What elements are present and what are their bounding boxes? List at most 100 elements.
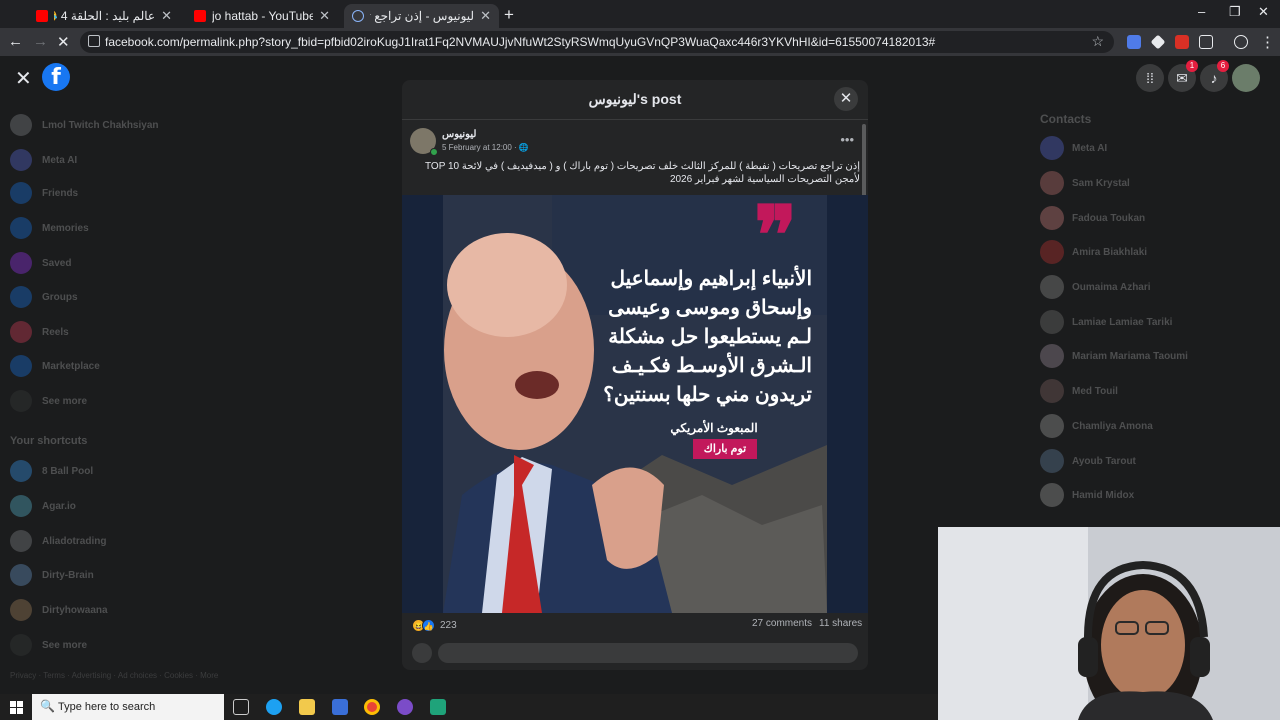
youtube-icon — [194, 10, 206, 22]
shortcuts-see-more[interactable]: See more — [10, 630, 87, 660]
shares-count[interactable]: 11 shares — [819, 618, 862, 629]
browser-tab[interactable]: عالم بليد : الحلقة 4 😂 دخلنا عرقة ✕ — [28, 4, 180, 28]
contact-item[interactable]: Hamid Midox — [1040, 481, 1134, 509]
facebook-logo[interactable]: f — [42, 63, 70, 91]
translate-extension-icon[interactable] — [1127, 35, 1141, 49]
close-tab-icon[interactable]: ✕ — [161, 8, 172, 24]
nav-item-groups[interactable]: Groups — [10, 282, 78, 312]
contact-item[interactable]: Oumaima Azhari — [1040, 273, 1151, 301]
avatar — [10, 114, 32, 136]
chrome-icon[interactable] — [364, 699, 380, 715]
avatar — [1040, 310, 1064, 334]
quote-line: الأنبياء إبراهيم وإسماعيل — [610, 268, 812, 290]
nav-item-saved[interactable]: Saved — [10, 248, 71, 278]
quote-line: وإسحاق وموسى وعيسى — [608, 297, 812, 319]
speaker-title: المبعوث الأمريكي — [670, 421, 758, 435]
shortcut-item[interactable]: 8 Ball Pool — [10, 456, 93, 486]
taskbar-search[interactable]: 🔍 Type here to search — [32, 694, 224, 720]
comment-input[interactable] — [438, 643, 858, 663]
close-tab-icon[interactable]: ✕ — [480, 8, 491, 24]
notifications-badge: 6 — [1217, 60, 1229, 72]
nav-item-friends[interactable]: Friends — [10, 178, 78, 208]
memories-clock-icon — [10, 217, 32, 239]
avatar — [1040, 483, 1064, 507]
contact-item[interactable]: Amira Biakhlaki — [1040, 238, 1147, 266]
nav-item-profile[interactable]: Lmol Twitch Chakhsiyan — [10, 110, 159, 140]
address-bar[interactable]: facebook.com/permalink.php?story_fbid=pf… — [80, 31, 1114, 53]
shortcut-item[interactable]: Dirtyhowaana — [10, 595, 108, 625]
meta-ai-icon — [10, 149, 32, 171]
extension-icon[interactable] — [1175, 35, 1189, 49]
webcam-person-image — [938, 527, 1280, 720]
dialog-close-button[interactable]: ✕ — [834, 87, 858, 111]
app-icon[interactable] — [430, 699, 446, 715]
url-text[interactable]: facebook.com/permalink.php?story_fbid=pf… — [105, 35, 935, 49]
close-viewer-icon[interactable]: ✕ — [15, 66, 32, 91]
edge-browser-icon[interactable] — [266, 699, 282, 715]
windows-start-icon[interactable] — [10, 701, 23, 714]
profile-avatar[interactable] — [1232, 64, 1260, 92]
browser-tab[interactable]: jo hattab - YouTube ✕ — [186, 4, 338, 28]
quote-line: تريدون مني حلها بسنتين؟ — [603, 384, 812, 406]
tab-title: ليونيوس - إذن تراجع تصريحات (... — [370, 9, 475, 23]
post-timestamp[interactable]: 5 February at 12:00 · 🌐 — [442, 143, 529, 152]
nav-item-marketplace[interactable]: Marketplace — [10, 351, 100, 381]
contact-item[interactable]: Sam Krystal — [1040, 169, 1130, 197]
more-options-icon[interactable]: ••• — [840, 132, 854, 147]
shortcuts-heading: Your shortcuts — [10, 435, 88, 447]
browser-tab-active[interactable]: ليونيوس - إذن تراجع تصريحات (... ✕ — [344, 4, 499, 28]
menu-grid-icon[interactable]: ⁞⁞ — [1136, 64, 1164, 92]
stop-loading-icon[interactable]: ✕ — [57, 33, 70, 51]
windows-taskbar: 🔍 Type here to search — [0, 694, 938, 720]
messenger-badge: 1 — [1186, 60, 1198, 72]
comments-count[interactable]: 27 comments — [752, 618, 812, 629]
store-icon[interactable] — [332, 699, 348, 715]
quote-text: الأنبياء إبراهيم وإسماعيل وإسحاق وموسى و… — [602, 265, 812, 410]
avatar — [1040, 449, 1064, 473]
post-dialog: ليونيوس's post ✕ ليونيوس 5 February at 1… — [402, 80, 868, 670]
app-icon[interactable] — [397, 699, 413, 715]
window-close-button[interactable]: ✕ — [1258, 4, 1269, 20]
chevron-down-icon — [10, 634, 32, 656]
restore-button[interactable]: ❐ — [1229, 4, 1241, 20]
profile-icon[interactable] — [1234, 35, 1248, 49]
avatar — [1040, 414, 1064, 438]
back-arrow-icon[interactable]: ← — [8, 33, 23, 50]
forward-arrow-icon[interactable]: → — [33, 33, 48, 50]
contact-item[interactable]: Fadoua Toukan — [1040, 204, 1145, 232]
avatar — [1040, 344, 1064, 368]
shortcut-item[interactable]: Aliadotrading — [10, 526, 106, 556]
contact-item[interactable]: Chamliya Amona — [1040, 412, 1153, 440]
avatar — [1040, 275, 1064, 299]
shortcut-item[interactable]: Agar.io — [10, 491, 76, 521]
contacts-heading: Contacts — [1040, 112, 1092, 126]
task-view-icon[interactable] — [233, 699, 249, 715]
reactions-summary[interactable]: 😆 👍 223 — [412, 618, 457, 632]
marketplace-icon — [10, 355, 32, 377]
contact-item[interactable]: Meta AI — [1040, 134, 1107, 162]
new-tab-button[interactable]: + — [504, 5, 514, 25]
minimize-button[interactable]: – — [1198, 4, 1205, 19]
contact-item[interactable]: Lamiae Lamiae Tariki — [1040, 308, 1172, 336]
contact-item[interactable]: Ayoub Tarout — [1040, 447, 1136, 475]
contact-item[interactable]: Med Touil — [1040, 377, 1118, 405]
site-info-icon[interactable] — [88, 35, 100, 47]
post-image[interactable]: ❞ الأنبياء إبراهيم وإسماعيل وإسحاق وموسى… — [402, 195, 868, 613]
quote-mark-icon: ❞ — [754, 195, 798, 282]
extension-icon[interactable] — [1150, 34, 1166, 50]
browser-menu-icon[interactable]: ⋮ — [1260, 33, 1275, 51]
bookmark-star-icon[interactable]: ☆ — [1091, 33, 1104, 50]
nav-item-memories[interactable]: Memories — [10, 213, 89, 243]
footer-links[interactable]: Privacy · Terms · Advertising · Ad choic… — [10, 670, 230, 681]
file-explorer-icon[interactable] — [299, 699, 315, 715]
contact-item[interactable]: Mariam Mariama Taoumi — [1040, 342, 1188, 370]
author-name[interactable]: ليونيوس — [442, 129, 476, 140]
nav-item-reels[interactable]: Reels — [10, 317, 69, 347]
extensions-puzzle-icon[interactable] — [1199, 35, 1213, 49]
nav-see-more[interactable]: See more — [10, 386, 87, 416]
avatar — [1040, 379, 1064, 403]
close-tab-icon[interactable]: ✕ — [319, 8, 330, 24]
shortcut-icon — [10, 460, 32, 482]
shortcut-item[interactable]: Dirty-Brain — [10, 560, 94, 590]
nav-item-meta-ai[interactable]: Meta AI — [10, 145, 77, 175]
